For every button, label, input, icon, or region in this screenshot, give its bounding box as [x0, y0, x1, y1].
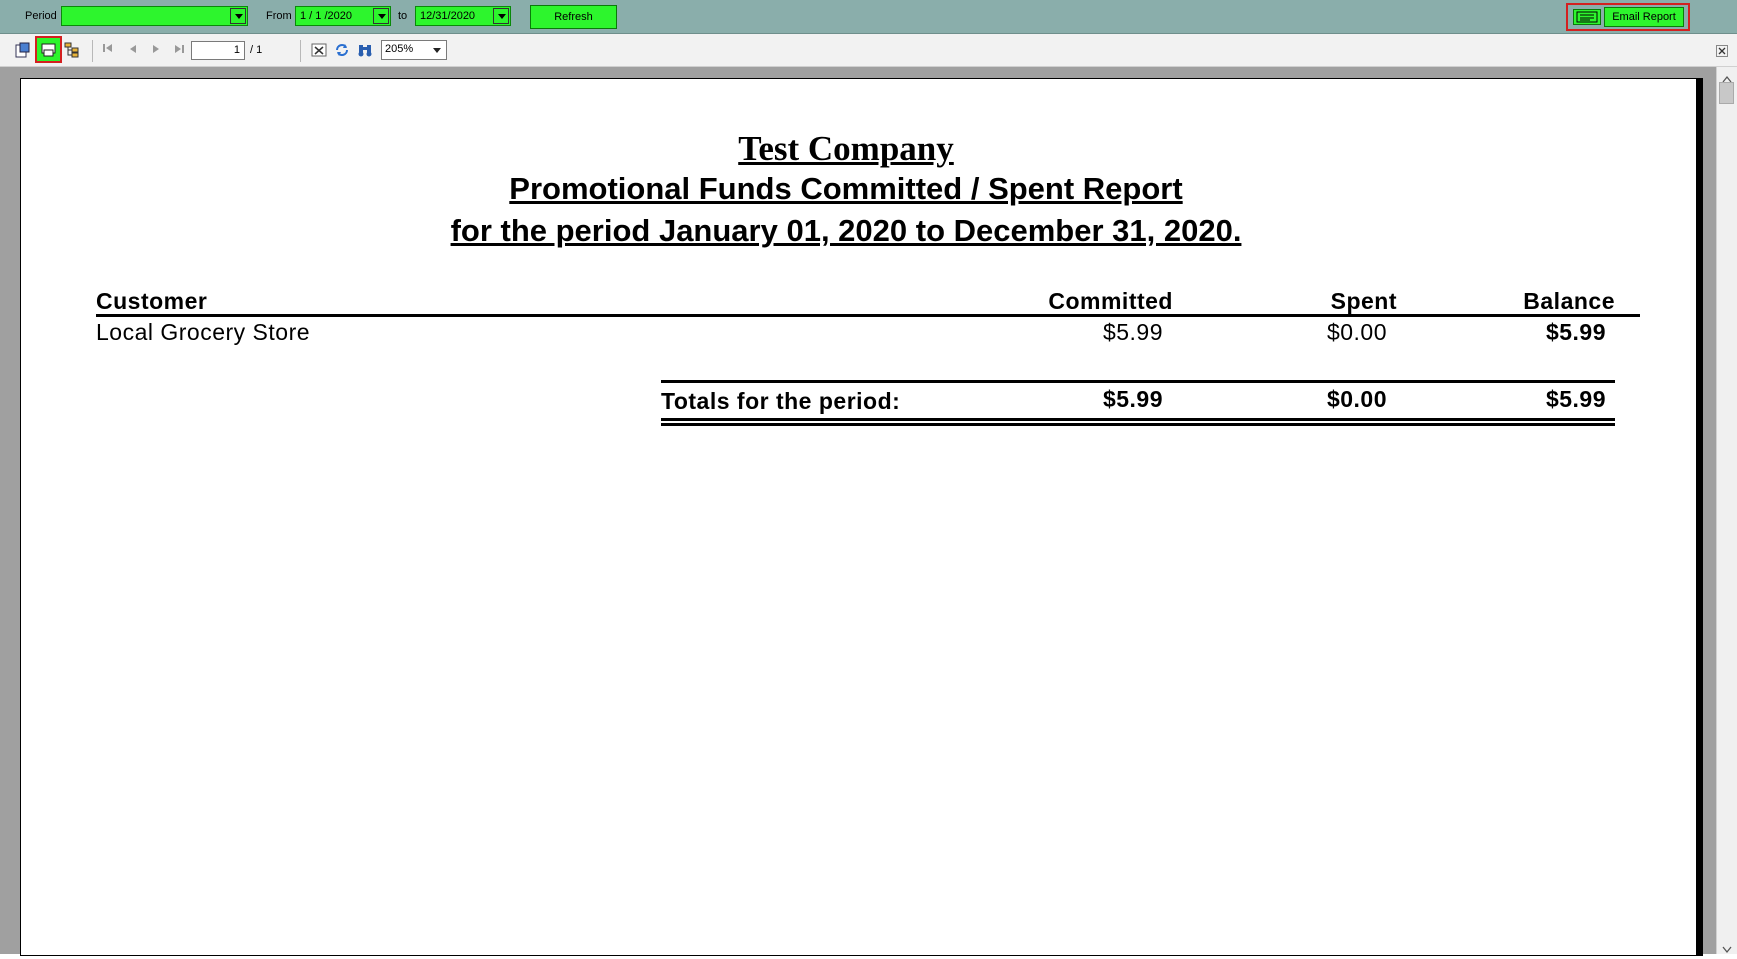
scroll-down-icon[interactable] [1722, 941, 1732, 959]
print-icon[interactable] [35, 36, 62, 63]
report-page: Test Company Promotional Funds Committed… [20, 78, 1697, 956]
column-header-balance: Balance [1523, 288, 1615, 314]
email-report-button[interactable]: Email Report [1604, 7, 1684, 27]
totals-committed: $5.99 [1102, 386, 1163, 412]
totals-top-rule [661, 380, 1615, 383]
totals-label: Totals for the period: [661, 388, 901, 414]
report-period: for the period January 01, 2020 to Decem… [450, 213, 1242, 248]
from-date-dropdown-icon[interactable] [373, 8, 389, 24]
row-spent: $0.00 [1326, 319, 1387, 345]
email-report-highlight: Email Report [1566, 3, 1690, 31]
toolbar-divider [300, 40, 301, 62]
close-tab-icon[interactable] [1716, 44, 1728, 57]
row-committed: $5.99 [1102, 319, 1163, 345]
totals-spent: $0.00 [1326, 386, 1387, 412]
zoom-select[interactable]: 205% [381, 40, 447, 60]
from-date-picker[interactable]: 1 / 1 /2020 [295, 6, 391, 26]
row-customer: Local Grocery Store [96, 319, 311, 345]
to-date-value: 12/31/2020 [420, 10, 476, 22]
totals-double-rule-bottom [661, 423, 1615, 426]
from-label: From [266, 10, 292, 22]
report-viewer-toolbar: 1 / 1 205% [0, 34, 1737, 67]
to-date-dropdown-icon[interactable] [493, 8, 509, 24]
header-rule [96, 314, 1640, 317]
column-header-spent: Spent [1330, 288, 1397, 314]
toolbar-divider [92, 40, 93, 62]
next-page-icon[interactable] [150, 42, 166, 58]
previous-page-icon[interactable] [127, 42, 143, 58]
vertical-scrollbar[interactable] [1716, 67, 1737, 954]
refresh-icon[interactable] [334, 42, 350, 58]
last-page-icon[interactable] [173, 42, 189, 58]
search-binoculars-icon[interactable] [357, 42, 373, 58]
refresh-button[interactable]: Refresh [530, 5, 617, 29]
group-tree-icon[interactable] [64, 42, 80, 58]
email-list-icon[interactable] [1573, 9, 1601, 25]
column-header-customer: Customer [96, 288, 208, 314]
first-page-icon[interactable] [102, 42, 118, 58]
totals-balance: $5.99 [1545, 386, 1606, 412]
column-header-committed: Committed [1048, 288, 1173, 314]
period-dropdown[interactable] [61, 6, 248, 26]
scroll-thumb[interactable] [1719, 82, 1734, 104]
parameter-bar: Period From 1 / 1 /2020 to 12/31/2020 Re… [0, 0, 1737, 34]
totals-double-rule-top [661, 418, 1615, 421]
from-date-value: 1 / 1 /2020 [300, 10, 352, 22]
page-total-label: / 1 [250, 44, 263, 56]
company-title: Test Company [738, 129, 954, 168]
row-balance: $5.99 [1545, 319, 1606, 345]
to-label: to [398, 10, 408, 22]
period-dropdown-arrow-icon[interactable] [230, 8, 246, 24]
period-label: Period [25, 10, 57, 22]
to-date-picker[interactable]: 12/31/2020 [415, 6, 511, 26]
zoom-value: 205% [385, 43, 414, 55]
report-title: Promotional Funds Committed / Spent Repo… [509, 171, 1183, 206]
export-icon[interactable] [14, 42, 30, 58]
close-view-icon[interactable] [311, 42, 327, 58]
page-number-input[interactable]: 1 [191, 41, 245, 60]
